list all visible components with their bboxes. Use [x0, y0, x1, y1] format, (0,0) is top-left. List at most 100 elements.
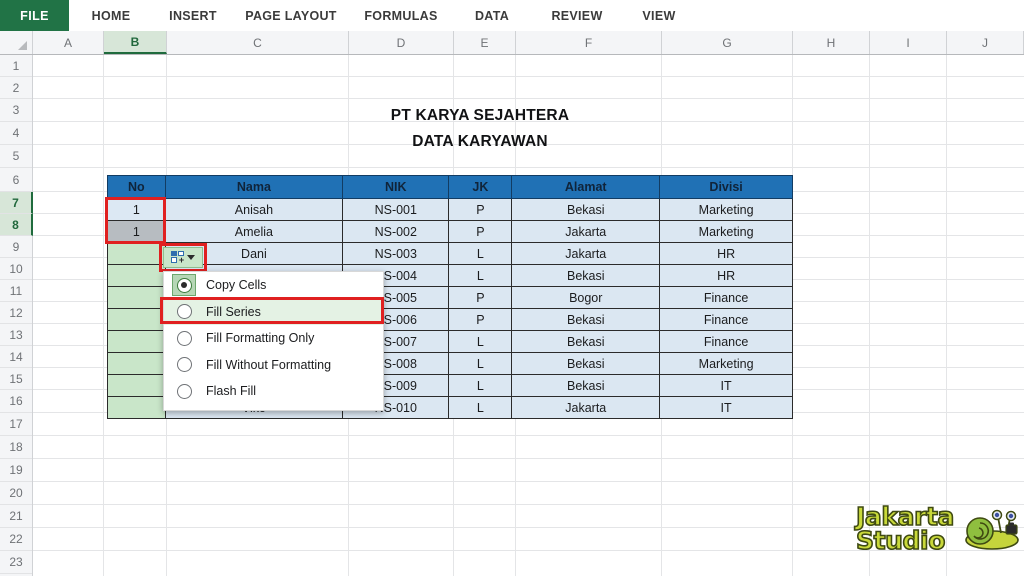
radio-selected-icon[interactable] [176, 277, 192, 293]
row-header-23[interactable]: 23 [0, 551, 32, 574]
row-header-strip: 1 2 3 4 5 6 7 8 9 10 11 12 13 14 15 16 1… [0, 55, 33, 576]
cell-alamat-1[interactable]: Bekasi [511, 198, 661, 221]
menu-item-fill-formatting-only[interactable]: Fill Formatting Only [164, 325, 383, 352]
cell-nik-2[interactable]: NS-002 [342, 220, 450, 243]
row-header-9[interactable]: 9 [0, 236, 32, 258]
cell-jk-10[interactable]: L [448, 396, 513, 419]
menu-item-copy-cells[interactable]: Copy Cells [164, 272, 383, 299]
row-header-11[interactable]: 11 [0, 280, 32, 302]
cell-no-3[interactable] [107, 242, 166, 265]
tab-view[interactable]: VIEW [623, 0, 695, 31]
cell-jk-5[interactable]: P [448, 286, 513, 309]
cell-nik-1[interactable]: NS-001 [342, 198, 450, 221]
column-header-h[interactable]: H [793, 31, 870, 54]
cell-divisi-10[interactable]: IT [659, 396, 793, 419]
cell-no-10[interactable] [107, 396, 166, 419]
column-header-f[interactable]: F [516, 31, 662, 54]
row-header-12[interactable]: 12 [0, 302, 32, 324]
column-header-d[interactable]: D [349, 31, 454, 54]
autofill-options-menu[interactable]: Copy Cells Fill Series Fill Formatting O… [163, 271, 384, 411]
row-header-8[interactable]: 8 [0, 214, 33, 236]
cell-divisi-7[interactable]: Finance [659, 330, 793, 353]
cell-nama-2[interactable]: Amelia [164, 220, 344, 243]
row-header-15[interactable]: 15 [0, 368, 32, 390]
cell-jk-9[interactable]: L [448, 374, 513, 397]
table-row[interactable]: 1 Anisah NS-001 P Bekasi Marketing [107, 198, 793, 221]
cell-alamat-7[interactable]: Bekasi [511, 330, 661, 353]
cell-nik-3[interactable]: NS-003 [342, 242, 450, 265]
row-header-21[interactable]: 21 [0, 505, 32, 528]
cell-jk-2[interactable]: P [448, 220, 513, 243]
row-header-18[interactable]: 18 [0, 436, 32, 459]
radio-icon[interactable] [176, 383, 192, 399]
row-header-20[interactable]: 20 [0, 482, 32, 505]
cell-alamat-5[interactable]: Bogor [511, 286, 661, 309]
cell-jk-4[interactable]: L [448, 264, 513, 287]
row-header-16[interactable]: 16 [0, 390, 32, 413]
cell-no-6[interactable] [107, 308, 166, 331]
menu-item-flash-fill[interactable]: Flash Fill [164, 378, 383, 405]
tab-formulas[interactable]: FORMULAS [349, 0, 453, 31]
cell-alamat-6[interactable]: Bekasi [511, 308, 661, 331]
row-header-7[interactable]: 7 [0, 192, 33, 214]
cell-divisi-1[interactable]: Marketing [659, 198, 793, 221]
cell-divisi-3[interactable]: HR [659, 242, 793, 265]
cell-no-8[interactable] [107, 352, 166, 375]
column-header-c[interactable]: C [167, 31, 349, 54]
row-header-22[interactable]: 22 [0, 528, 32, 551]
column-header-i[interactable]: I [870, 31, 947, 54]
cell-alamat-8[interactable]: Bekasi [511, 352, 661, 375]
cell-nama-1[interactable]: Anisah [164, 198, 344, 221]
cell-jk-7[interactable]: L [448, 330, 513, 353]
cell-jk-6[interactable]: P [448, 308, 513, 331]
row-header-17[interactable]: 17 [0, 413, 32, 436]
cell-no-5[interactable] [107, 286, 166, 309]
cell-no-7[interactable] [107, 330, 166, 353]
tab-insert[interactable]: INSERT [153, 0, 233, 31]
tab-page-layout[interactable]: PAGE LAYOUT [233, 0, 349, 31]
cell-divisi-2[interactable]: Marketing [659, 220, 793, 243]
tab-review[interactable]: REVIEW [531, 0, 623, 31]
tab-file[interactable]: FILE [0, 0, 69, 31]
tab-home[interactable]: HOME [69, 0, 153, 31]
table-row[interactable]: Dani NS-003 L Jakarta HR [107, 242, 793, 265]
column-header-g[interactable]: G [662, 31, 793, 54]
tab-data[interactable]: DATA [453, 0, 531, 31]
cell-divisi-8[interactable]: Marketing [659, 352, 793, 375]
tab-data-label: DATA [474, 8, 510, 23]
row-header-1[interactable]: 1 [0, 55, 32, 77]
row-header-5[interactable]: 5 [0, 145, 32, 168]
column-header-e[interactable]: E [454, 31, 516, 54]
cell-divisi-5[interactable]: Finance [659, 286, 793, 309]
cell-jk-1[interactable]: P [448, 198, 513, 221]
row-header-19[interactable]: 19 [0, 459, 32, 482]
cell-alamat-2[interactable]: Jakarta [511, 220, 661, 243]
cell-jk-8[interactable]: L [448, 352, 513, 375]
column-header-a[interactable]: A [33, 31, 104, 54]
select-all-corner[interactable] [0, 31, 33, 54]
cell-divisi-6[interactable]: Finance [659, 308, 793, 331]
radio-icon[interactable] [176, 357, 192, 373]
row-header-6[interactable]: 6 [0, 168, 32, 192]
row-header-2[interactable]: 2 [0, 77, 32, 99]
cell-alamat-9[interactable]: Bekasi [511, 374, 661, 397]
cell-alamat-3[interactable]: Jakarta [511, 242, 661, 265]
column-header-b[interactable]: B [104, 31, 167, 54]
cell-alamat-10[interactable]: Jakarta [511, 396, 661, 419]
cell-divisi-4[interactable]: HR [659, 264, 793, 287]
table-row[interactable]: 1 Amelia NS-002 P Jakarta Marketing [107, 220, 793, 243]
cell-no-9[interactable] [107, 374, 166, 397]
row-header-13[interactable]: 13 [0, 324, 32, 346]
cell-no-4[interactable] [107, 264, 166, 287]
radio-icon[interactable] [176, 330, 192, 346]
annotation-box-autofill-button [159, 243, 207, 272]
cell-divisi-9[interactable]: IT [659, 374, 793, 397]
row-header-3[interactable]: 3 [0, 99, 32, 122]
row-header-14[interactable]: 14 [0, 346, 32, 368]
cell-jk-3[interactable]: L [448, 242, 513, 265]
column-header-j[interactable]: J [947, 31, 1024, 54]
cell-alamat-4[interactable]: Bekasi [511, 264, 661, 287]
row-header-4[interactable]: 4 [0, 122, 32, 145]
menu-item-fill-without-formatting[interactable]: Fill Without Formatting [164, 352, 383, 379]
row-header-10[interactable]: 10 [0, 258, 32, 280]
